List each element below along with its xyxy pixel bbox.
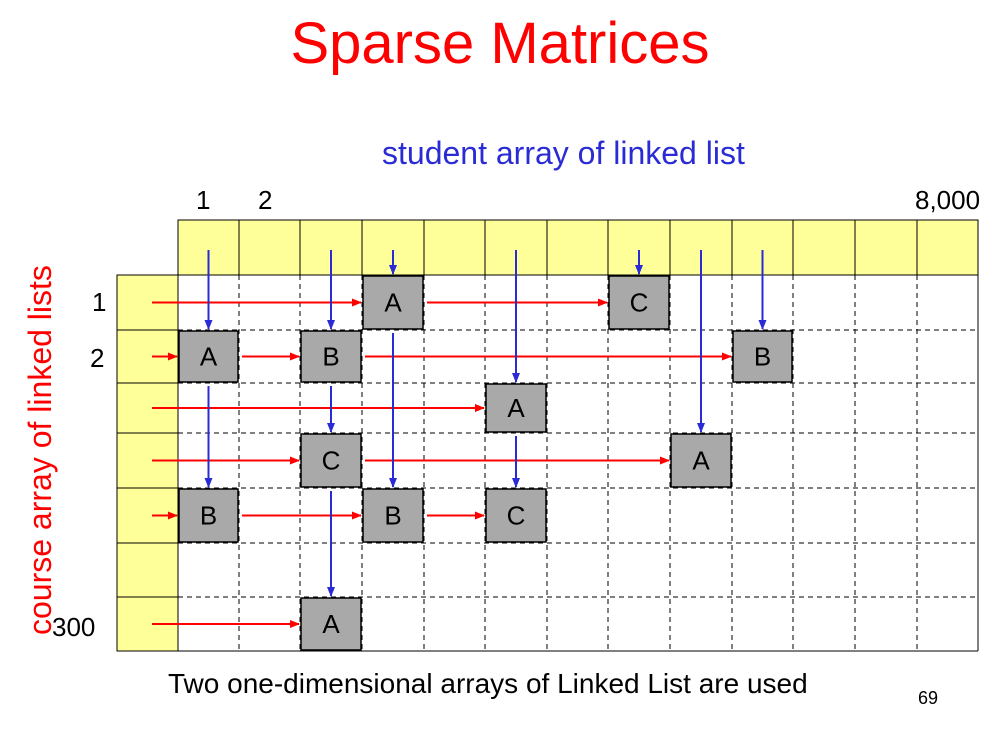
matrix-node-label: B xyxy=(754,342,771,372)
matrix-node-label: A xyxy=(322,609,340,639)
course-array-label: course array of linked lists xyxy=(22,265,58,635)
matrix-node-label: C xyxy=(507,501,526,531)
matrix-node-label: A xyxy=(507,393,525,423)
column-label-last: 8,000 xyxy=(915,185,981,215)
matrix-node-label: A xyxy=(692,446,710,476)
student-header-cell xyxy=(423,219,486,276)
matrix-node-label: B xyxy=(200,501,217,531)
matrix-node-label: A xyxy=(384,288,402,318)
row-label-second: 2 xyxy=(90,343,105,373)
matrix-node-label: B xyxy=(384,501,401,531)
student-header-cell xyxy=(792,219,856,276)
column-label-second: 2 xyxy=(258,185,273,215)
matrix-node-label: C xyxy=(630,288,649,318)
student-array-label: student array of linked list xyxy=(382,135,745,171)
page-title: Sparse Matrices xyxy=(290,11,710,76)
matrix-node-label: B xyxy=(322,342,339,372)
student-header-cell xyxy=(546,219,609,276)
student-header-cell xyxy=(238,219,301,276)
caption: Two one-dimensional arrays of Linked Lis… xyxy=(168,668,808,699)
course-header-cell xyxy=(116,542,179,598)
matrix-node-label: C xyxy=(322,446,341,476)
page-number: 69 xyxy=(918,688,939,708)
matrix-node-label: A xyxy=(200,342,218,372)
sparse-matrix-diagram: A C A B B A C A B B C A xyxy=(116,219,979,652)
student-header-cell xyxy=(916,219,979,276)
row-label-first: 1 xyxy=(92,287,107,317)
column-label-first: 1 xyxy=(196,185,211,215)
matrix-grid-lines xyxy=(117,275,979,652)
slide: A C A B B A C A B B C A Sparse Matrices student arr… xyxy=(0,0,1000,750)
student-header-cell xyxy=(854,219,918,276)
